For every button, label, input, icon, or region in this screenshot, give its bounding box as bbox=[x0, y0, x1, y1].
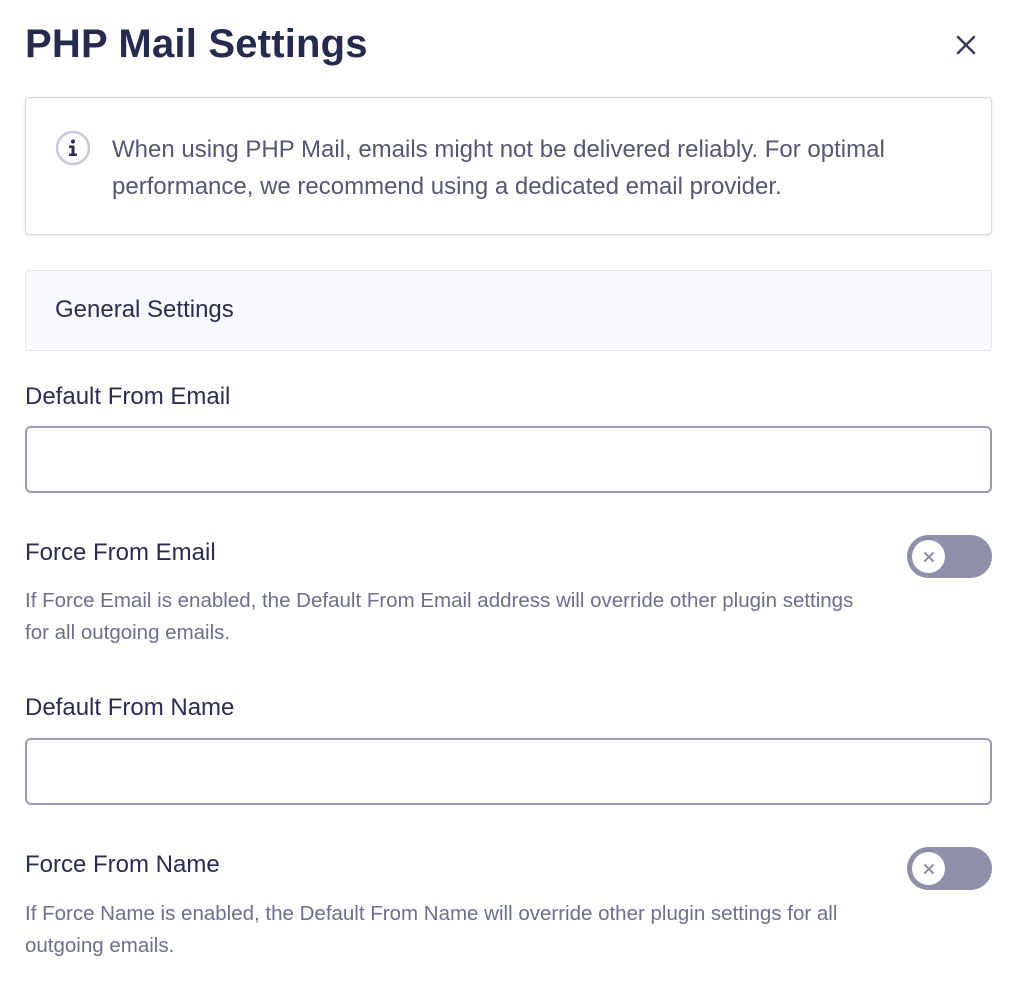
notice-text: When using PHP Mail, emails might not be… bbox=[112, 136, 885, 200]
close-button[interactable] bbox=[948, 28, 984, 62]
force-from-name-label: Force From Name bbox=[25, 851, 220, 878]
close-icon bbox=[956, 35, 976, 55]
default-from-email-input[interactable] bbox=[25, 426, 992, 493]
section-title: General Settings bbox=[55, 296, 234, 323]
default-from-name-label: Default From Name bbox=[25, 694, 235, 721]
default-from-name-input[interactable] bbox=[25, 738, 992, 805]
php-mail-warning-notice: When using PHP Mail, emails might not be… bbox=[25, 97, 992, 235]
toggle-knob bbox=[912, 540, 945, 573]
force-from-name-help: If Force Name is enabled, the Default Fr… bbox=[25, 902, 838, 957]
x-icon bbox=[923, 551, 934, 562]
force-from-name-toggle[interactable] bbox=[907, 847, 992, 890]
php-mail-settings-panel: PHP Mail Settings When using PHP Mail, e… bbox=[0, 0, 1024, 989]
force-from-email-help: If Force Email is enabled, the Default F… bbox=[25, 589, 854, 644]
toggle-knob bbox=[912, 852, 945, 885]
force-from-email-toggle[interactable] bbox=[907, 535, 992, 578]
x-icon bbox=[923, 863, 934, 874]
page-title: PHP Mail Settings bbox=[25, 22, 368, 66]
force-from-email-label: Force From Email bbox=[25, 539, 216, 566]
info-icon bbox=[55, 130, 91, 166]
default-from-email-label: Default From Email bbox=[25, 383, 231, 410]
general-settings-section: General Settings bbox=[25, 270, 992, 351]
